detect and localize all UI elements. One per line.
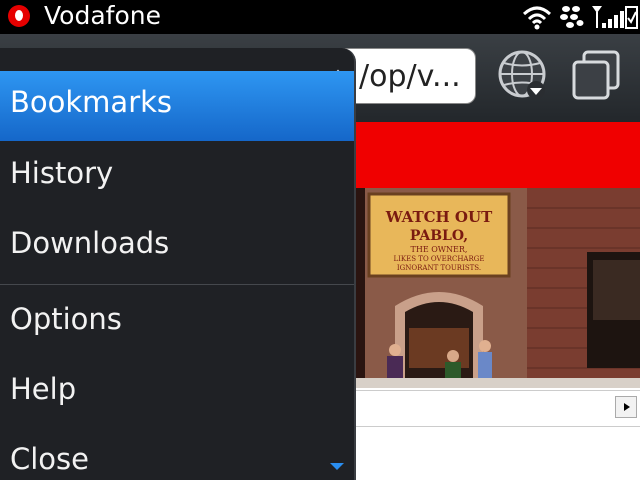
menu-item-label: Help — [10, 372, 77, 406]
carrier-name: Vodafone — [44, 1, 161, 30]
sign-line-4: LIKES TO OVERCHARGE — [394, 255, 485, 263]
divider — [355, 390, 640, 391]
sign-line-3: THE OWNER, — [411, 245, 468, 254]
tabs-switcher-icon[interactable] — [568, 48, 624, 104]
web-page-content[interactable]: WATCH OUT PABLO, THE OWNER, LIKES TO OVE… — [355, 122, 640, 480]
menu-item-label: Bookmarks — [10, 85, 173, 119]
sign-line-1: WATCH OUT — [385, 208, 493, 226]
address-bar-text: /op/v... — [359, 59, 461, 94]
globe-go-icon[interactable] — [496, 48, 552, 104]
page-lower-area — [355, 388, 640, 480]
signal-strength-icon — [592, 6, 638, 29]
scroll-down-arrow-icon[interactable] — [328, 460, 346, 472]
menu-separator — [0, 284, 354, 285]
browser-menu: Bookmarks History Downloads Options Help… — [0, 48, 356, 480]
wifi-icon — [522, 6, 552, 30]
red-header-banner — [355, 122, 640, 188]
sign-line-2: PABLO, — [410, 228, 468, 244]
menu-item-help[interactable]: Help — [0, 358, 354, 428]
menu-item-history[interactable]: History — [0, 142, 354, 212]
menu-item-label: Options — [10, 302, 122, 336]
pub-photo: WATCH OUT PABLO, THE OWNER, LIKES TO OVE… — [355, 188, 640, 388]
sign-line-5: IGNORANT TOURISTS. — [397, 264, 481, 272]
menu-item-bookmarks[interactable]: Bookmarks — [0, 71, 354, 141]
vodafone-logo-icon — [8, 5, 30, 27]
menu-item-label: History — [10, 156, 114, 190]
status-bar: Vodafone — [0, 0, 640, 34]
menu-item-label: Close — [10, 442, 89, 476]
divider — [355, 426, 640, 427]
blackberry-logo-icon — [560, 6, 584, 28]
menu-item-label: Downloads — [10, 226, 170, 260]
menu-item-options[interactable]: Options — [0, 288, 354, 358]
pub-photo-image: WATCH OUT PABLO, THE OWNER, LIKES TO OVE… — [355, 188, 640, 388]
menu-item-downloads[interactable]: Downloads — [0, 212, 354, 282]
menu-item-close[interactable]: Close — [0, 428, 354, 480]
scroll-right-arrow-icon[interactable] — [615, 396, 637, 418]
